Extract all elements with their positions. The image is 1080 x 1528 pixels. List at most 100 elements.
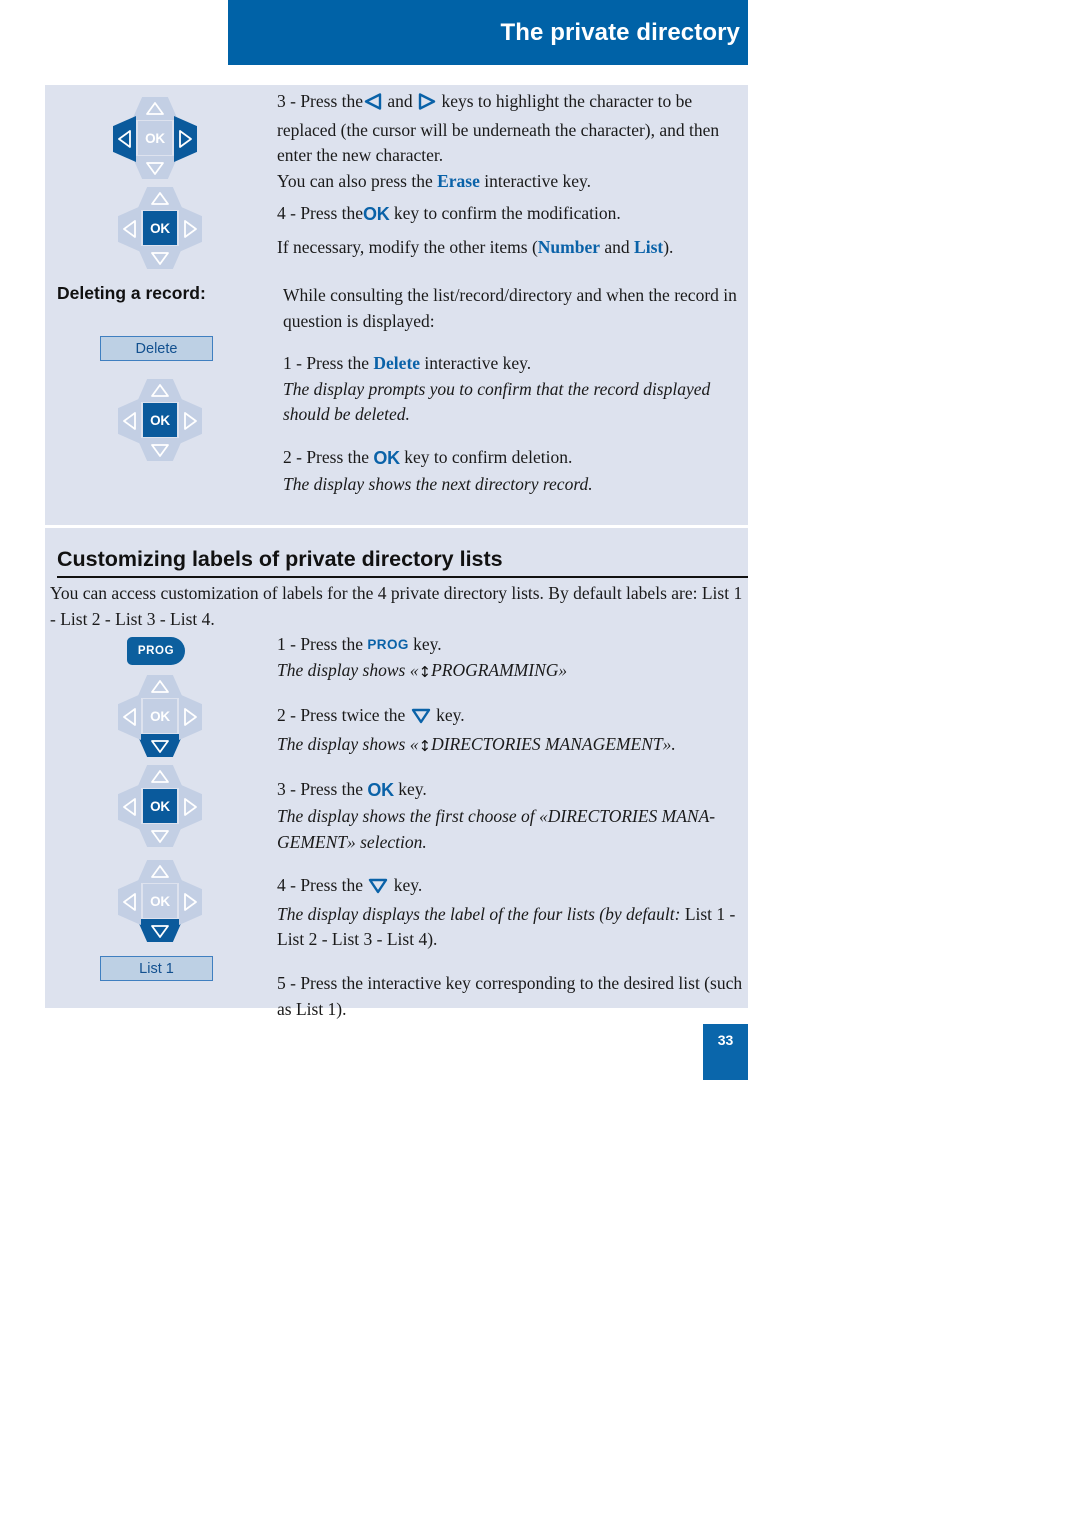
custom-step-3-after: key. [398,779,427,800]
ok-key-inline-icon[interactable]: OK [367,780,394,800]
prog-key-inline-icon[interactable]: PROG [367,637,408,652]
erase-line-after: interactive key. [484,170,591,191]
nav-down-key[interactable] [137,919,183,942]
nav-ok-key[interactable]: OK [138,121,172,155]
list1-softkey-label: List 1 [139,960,174,977]
custom-step-2-after: key. [436,705,465,726]
nav-down-key[interactable] [132,156,178,179]
customizing-intro-wrap: You can access customization of labels f… [50,581,750,632]
nav-ok-key[interactable]: OK [143,211,177,245]
nav-down-key[interactable] [137,246,183,269]
navpad-ok-highlight-3: OK [118,765,202,847]
delete-step-2-paragraph: 2 - Press the OK key to confirm deletion… [283,445,748,472]
number-field-label[interactable]: Number [538,237,600,257]
nav-left-key[interactable] [118,398,141,444]
page-number-text: 33 [717,1032,734,1048]
nav-up-key[interactable] [137,187,183,210]
erase-softkey-label[interactable]: Erase [437,171,480,191]
customizing-labels-heading: Customizing labels of private directory … [57,547,748,578]
nav-ok-key[interactable]: OK [143,884,177,918]
custom-step-1-before: 1 - Press the [277,634,364,654]
nav-left-key[interactable] [118,879,141,925]
navigation-pad[interactable]: OK [118,765,202,847]
nav-up-key[interactable] [132,97,178,120]
custom-step-4-before: 4 - Press the [277,875,364,896]
delete-step-1-note: The display prompts you to confirm that … [283,378,711,425]
navigation-pad[interactable]: OK [118,379,202,461]
note-before: If necessary, modify the other items ( [277,236,538,257]
nav-right-key[interactable] [179,206,202,252]
custom-step-1-note: The display shows «↕PROGRAMMING» [277,658,749,686]
nav-left-key[interactable] [118,206,141,252]
nav-right-key[interactable] [174,116,197,162]
ok-key-inline-icon[interactable]: OK [373,448,400,468]
modify-other-items-paragraph: If necessary, modify the other items (Nu… [277,235,747,261]
nav-up-key[interactable] [137,379,183,402]
navigation-pad[interactable]: OK [118,675,202,757]
up-down-arrow-icon: ↕ [418,662,432,681]
nav-down-arrow-icon[interactable] [367,876,389,902]
custom-step-2-note: The display shows «↕DIRECTORIES MANAGEME… [277,732,749,760]
page-header-bar: The private directory [228,0,748,65]
nav-up-key[interactable] [137,765,183,788]
note-mid: and [604,236,630,257]
nav-left-key[interactable] [118,784,141,830]
step-1-note-after: PROGRAMMING» [431,659,568,680]
delete-softkey[interactable]: Delete [100,336,213,361]
erase-key-paragraph: You can also press the Erase interactive… [277,169,747,195]
custom-step-4-paragraph: 4 - Press the key. [277,873,749,902]
page-number-badge: 33 [703,1024,748,1080]
step-3-mid: and [387,91,413,111]
custom-step-3-note: The display shows the first choose of «D… [277,805,716,852]
nav-down-key[interactable] [137,438,183,461]
navpad-down-highlight-1: OK [118,675,202,757]
custom-step-1-after: key. [413,634,442,654]
nav-left-arrow-icon [363,92,383,118]
prog-key-button[interactable]: PROG [127,637,185,665]
nav-down-arrow-icon[interactable] [410,706,432,732]
custom-step-2-paragraph: 2 - Press twice the key. [277,703,749,732]
list1-softkey-button[interactable]: List 1 [100,956,213,981]
custom-step-4-after: key. [393,875,423,896]
nav-right-key[interactable] [179,694,202,740]
delete-key-label[interactable]: Delete [373,353,420,373]
erase-line-before: You can also press the [277,170,433,191]
custom-step-2-before: 2 - Press twice the [277,705,406,726]
nav-right-key[interactable] [179,784,202,830]
customizing-instructions-block: 1 - Press the PROG key. The display show… [277,632,749,1022]
nav-right-key[interactable] [179,879,202,925]
navigation-pad[interactable]: OK [113,97,197,179]
top-instructions-block: 3 - Press the and keys to highlight the … [277,89,747,261]
nav-down-key[interactable] [137,734,183,757]
page-title: The private directory [500,18,740,46]
up-down-arrow-icon: ↕ [418,736,432,755]
delete-step-2-note: The display shows the next directory rec… [283,473,593,494]
step-3-paragraph: 3 - Press the and keys to highlight the … [277,89,747,169]
navigation-pad[interactable]: OK [118,860,202,942]
nav-left-key[interactable] [118,694,141,740]
navigation-pad[interactable]: OK [118,187,202,269]
nav-right-key[interactable] [179,398,202,444]
nav-up-key[interactable] [137,675,183,698]
delete-softkey-button[interactable]: Delete [100,336,213,361]
prog-key-illustration[interactable]: PROG [127,637,185,665]
step-1-note-before: The display shows « [277,659,419,680]
step-2-note-before: The display shows « [277,733,419,754]
ok-key-inline-icon[interactable]: OK [363,204,390,224]
nav-left-key[interactable] [113,116,136,162]
navpad-ok-highlight-2: OK [118,379,202,461]
nav-ok-key[interactable]: OK [143,699,177,733]
step-4-after: key to confirm the modification. [393,203,621,224]
nav-ok-key[interactable]: OK [143,403,177,437]
delete-step-1-after: interactive key. [424,353,532,374]
step-4-before: 4 - Press the [277,203,364,224]
step-3-prefix: 3 - Press the [277,91,364,111]
nav-up-key[interactable] [137,860,183,883]
custom-step-4-note: The display displays the label of the fo… [277,902,749,953]
list-field-label[interactable]: List [634,237,663,257]
list1-softkey[interactable]: List 1 [100,956,213,981]
nav-ok-key[interactable]: OK [143,789,177,823]
custom-step-5-paragraph: 5 - Press the interactive key correspond… [277,972,743,1019]
nav-down-key[interactable] [137,824,183,847]
delete-step-1-before: 1 - Press the [283,353,370,374]
